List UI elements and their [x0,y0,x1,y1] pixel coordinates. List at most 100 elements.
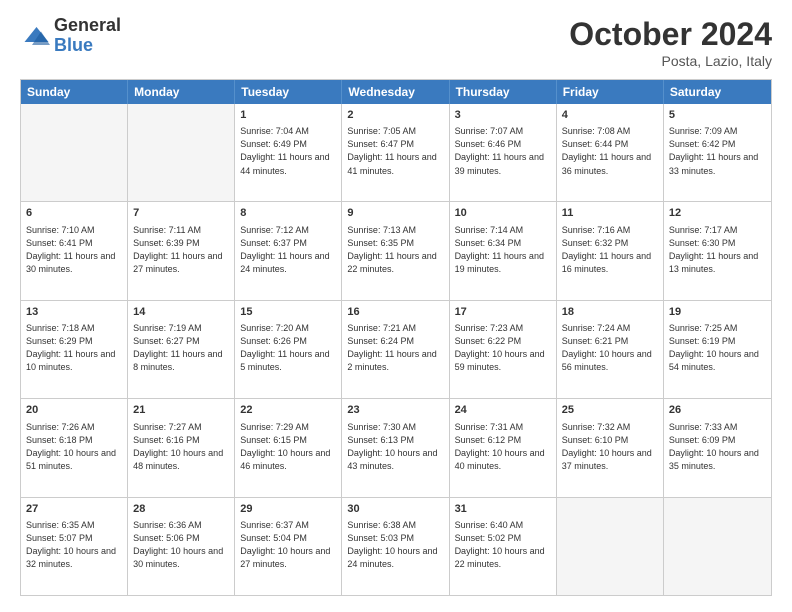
day-number: 16 [347,305,443,320]
cal-cell-2-3: 16 Sunrise: 7:21 AM Sunset: 6:24 PM Dayli… [342,301,449,398]
day-number: 1 [240,108,336,123]
cal-cell-2-6: 19 Sunrise: 7:25 AM Sunset: 6:19 PM Dayli… [664,301,771,398]
day-info: Sunrise: 6:40 AM Sunset: 5:02 PM Dayligh… [455,519,551,571]
cal-cell-3-2: 22 Sunrise: 7:29 AM Sunset: 6:15 PM Dayli… [235,399,342,496]
day-number: 2 [347,108,443,123]
header: General Blue October 2024 Posta, Lazio, … [20,16,772,69]
day-info: Sunrise: 7:33 AM Sunset: 6:09 PM Dayligh… [669,421,766,473]
cal-cell-3-5: 25Sunrise: 7:32 AM Sunset: 6:10 PM Dayli… [557,399,664,496]
cal-cell-3-0: 20Sunrise: 7:26 AM Sunset: 6:18 PM Dayli… [21,399,128,496]
day-number: 31 [455,502,551,517]
day-number: 22 [240,403,336,418]
day-info: Sunrise: 7:25 AM Sunset: 6:19 PM Dayligh… [669,322,766,374]
logo-general: General [54,15,121,35]
cal-cell-1-1: 7 Sunrise: 7:11 AM Sunset: 6:39 PM Daylig… [128,202,235,299]
day-number: 4 [562,108,658,123]
week-row-2: 6 Sunrise: 7:10 AM Sunset: 6:41 PM Daylig… [21,201,771,299]
cal-cell-2-1: 14Sunrise: 7:19 AM Sunset: 6:27 PM Dayli… [128,301,235,398]
day-info: Sunrise: 7:23 AM Sunset: 6:22 PM Dayligh… [455,322,551,374]
logo-text: General Blue [54,16,121,56]
cal-cell-0-1 [128,104,235,201]
day-number: 15 [240,305,336,320]
day-info: Sunrise: 7:04 AM Sunset: 6:49 PM Dayligh… [240,125,336,177]
day-info: Sunrise: 6:37 AM Sunset: 5:04 PM Dayligh… [240,519,336,571]
day-info: Sunrise: 7:10 AM Sunset: 6:41 PM Dayligh… [26,224,122,276]
day-number: 18 [562,305,658,320]
day-number: 29 [240,502,336,517]
day-info: Sunrise: 6:36 AM Sunset: 5:06 PM Dayligh… [133,519,229,571]
day-number: 13 [26,305,122,320]
day-info: Sunrise: 7:26 AM Sunset: 6:18 PM Dayligh… [26,421,122,473]
cal-cell-1-2: 8 Sunrise: 7:12 AM Sunset: 6:37 PM Daylig… [235,202,342,299]
day-info: Sunrise: 7:29 AM Sunset: 6:15 PM Dayligh… [240,421,336,473]
day-info: Sunrise: 7:30 AM Sunset: 6:13 PM Dayligh… [347,421,443,473]
day-number: 14 [133,305,229,320]
day-info: Sunrise: 7:18 AM Sunset: 6:29 PM Dayligh… [26,322,122,374]
cal-cell-3-3: 23 Sunrise: 7:30 AM Sunset: 6:13 PM Dayli… [342,399,449,496]
day-info: Sunrise: 7:20 AM Sunset: 6:26 PM Dayligh… [240,322,336,374]
week-row-5: 27Sunrise: 6:35 AM Sunset: 5:07 PM Dayli… [21,497,771,595]
logo-icon [20,21,50,51]
cal-cell-2-4: 17Sunrise: 7:23 AM Sunset: 6:22 PM Dayli… [450,301,557,398]
logo: General Blue [20,16,121,56]
day-number: 24 [455,403,551,418]
cal-cell-1-3: 9 Sunrise: 7:13 AM Sunset: 6:35 PM Daylig… [342,202,449,299]
cal-cell-4-5 [557,498,664,595]
day-number: 8 [240,206,336,221]
cal-cell-1-6: 12 Sunrise: 7:17 AM Sunset: 6:30 PM Dayli… [664,202,771,299]
day-number: 19 [669,305,766,320]
day-info: Sunrise: 7:14 AM Sunset: 6:34 PM Dayligh… [455,224,551,276]
cal-cell-4-1: 28 Sunrise: 6:36 AM Sunset: 5:06 PM Dayli… [128,498,235,595]
cal-cell-3-6: 26Sunrise: 7:33 AM Sunset: 6:09 PM Dayli… [664,399,771,496]
day-info: Sunrise: 7:27 AM Sunset: 6:16 PM Dayligh… [133,421,229,473]
week-row-1: 1 Sunrise: 7:04 AM Sunset: 6:49 PM Daylig… [21,104,771,201]
day-number: 30 [347,502,443,517]
day-info: Sunrise: 7:24 AM Sunset: 6:21 PM Dayligh… [562,322,658,374]
header-sunday: Sunday [21,80,128,104]
cal-cell-4-0: 27Sunrise: 6:35 AM Sunset: 5:07 PM Dayli… [21,498,128,595]
header-friday: Friday [557,80,664,104]
month-title: October 2024 [569,16,772,53]
header-saturday: Saturday [664,80,771,104]
cal-cell-0-3: 2Sunrise: 7:05 AM Sunset: 6:47 PM Daylig… [342,104,449,201]
cal-cell-1-4: 10Sunrise: 7:14 AM Sunset: 6:34 PM Dayli… [450,202,557,299]
day-info: Sunrise: 7:09 AM Sunset: 6:42 PM Dayligh… [669,125,766,177]
header-tuesday: Tuesday [235,80,342,104]
day-number: 28 [133,502,229,517]
day-info: Sunrise: 7:31 AM Sunset: 6:12 PM Dayligh… [455,421,551,473]
week-row-3: 13 Sunrise: 7:18 AM Sunset: 6:29 PM Dayli… [21,300,771,398]
day-info: Sunrise: 7:07 AM Sunset: 6:46 PM Dayligh… [455,125,551,177]
day-info: Sunrise: 7:17 AM Sunset: 6:30 PM Dayligh… [669,224,766,276]
day-info: Sunrise: 7:11 AM Sunset: 6:39 PM Dayligh… [133,224,229,276]
header-thursday: Thursday [450,80,557,104]
day-info: Sunrise: 7:21 AM Sunset: 6:24 PM Dayligh… [347,322,443,374]
day-number: 7 [133,206,229,221]
cal-cell-0-5: 4 Sunrise: 7:08 AM Sunset: 6:44 PM Daylig… [557,104,664,201]
day-number: 27 [26,502,122,517]
day-info: Sunrise: 7:32 AM Sunset: 6:10 PM Dayligh… [562,421,658,473]
cal-cell-0-4: 3 Sunrise: 7:07 AM Sunset: 6:46 PM Daylig… [450,104,557,201]
day-info: Sunrise: 7:08 AM Sunset: 6:44 PM Dayligh… [562,125,658,177]
day-number: 3 [455,108,551,123]
day-number: 23 [347,403,443,418]
cal-cell-3-4: 24 Sunrise: 7:31 AM Sunset: 6:12 PM Dayli… [450,399,557,496]
day-number: 5 [669,108,766,123]
title-block: October 2024 Posta, Lazio, Italy [569,16,772,69]
cal-cell-0-2: 1 Sunrise: 7:04 AM Sunset: 6:49 PM Daylig… [235,104,342,201]
cal-cell-4-6 [664,498,771,595]
day-info: Sunrise: 7:13 AM Sunset: 6:35 PM Dayligh… [347,224,443,276]
cal-cell-1-0: 6 Sunrise: 7:10 AM Sunset: 6:41 PM Daylig… [21,202,128,299]
day-info: Sunrise: 7:16 AM Sunset: 6:32 PM Dayligh… [562,224,658,276]
day-info: Sunrise: 7:12 AM Sunset: 6:37 PM Dayligh… [240,224,336,276]
day-number: 12 [669,206,766,221]
day-number: 9 [347,206,443,221]
day-number: 11 [562,206,658,221]
cal-cell-1-5: 11 Sunrise: 7:16 AM Sunset: 6:32 PM Dayli… [557,202,664,299]
cal-cell-2-5: 18 Sunrise: 7:24 AM Sunset: 6:21 PM Dayli… [557,301,664,398]
week-row-4: 20Sunrise: 7:26 AM Sunset: 6:18 PM Dayli… [21,398,771,496]
day-number: 6 [26,206,122,221]
cal-cell-3-1: 21 Sunrise: 7:27 AM Sunset: 6:16 PM Dayli… [128,399,235,496]
calendar-header: Sunday Monday Tuesday Wednesday Thursday… [21,80,771,104]
day-number: 21 [133,403,229,418]
logo-blue: Blue [54,35,93,55]
